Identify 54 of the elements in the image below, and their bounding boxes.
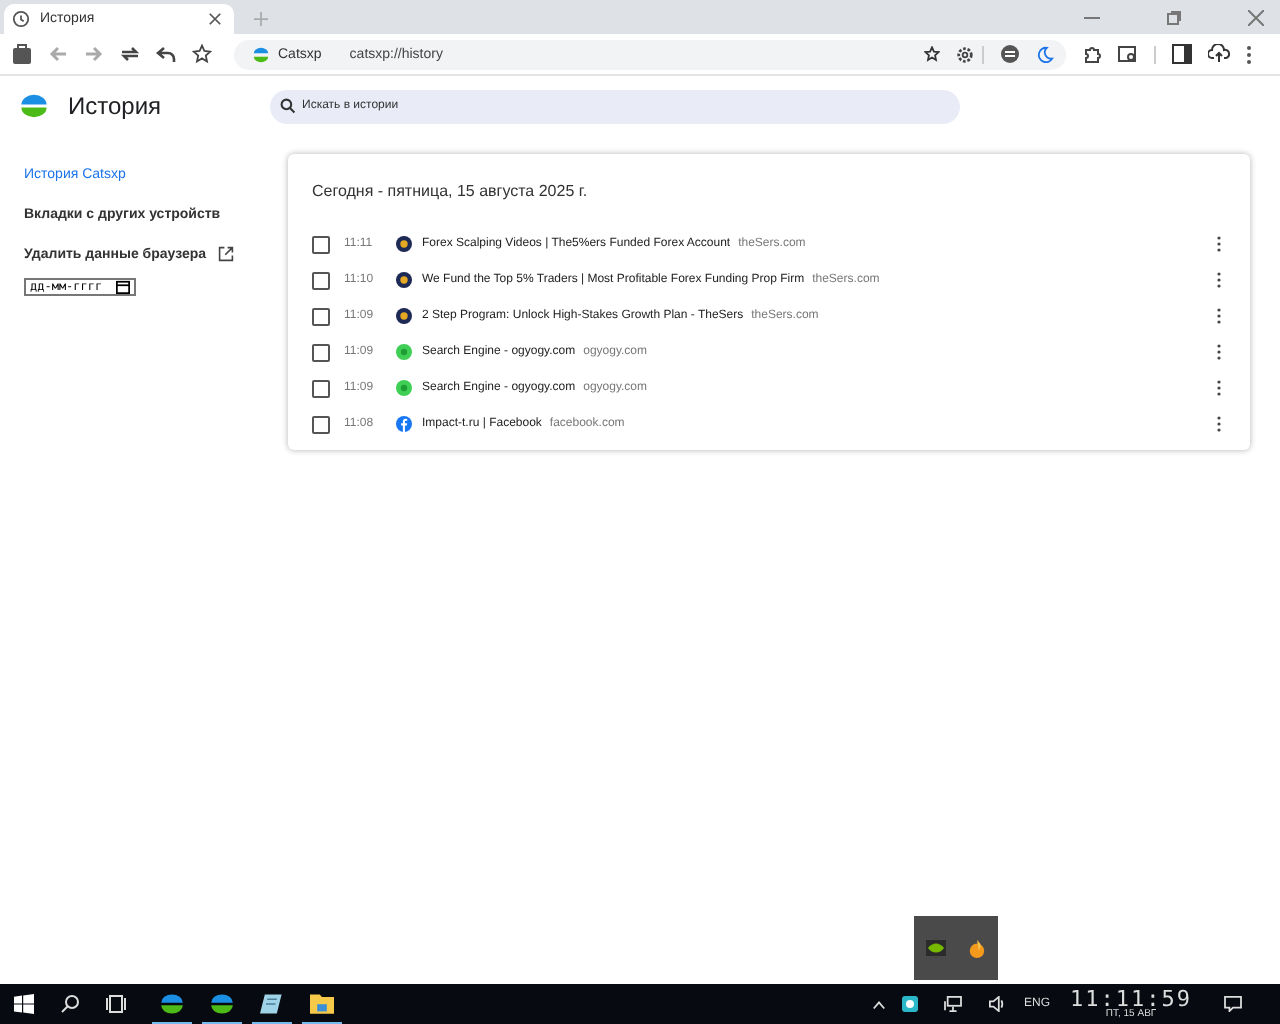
- favicon-icon: [396, 344, 412, 360]
- notification-icon[interactable]: [1224, 996, 1242, 1012]
- clock-time: 11:11:59: [1070, 988, 1192, 1010]
- search-icon: [280, 98, 296, 114]
- favicon-icon: [396, 236, 412, 252]
- facebook-icon: [396, 416, 412, 432]
- more-icon[interactable]: [1216, 344, 1222, 360]
- briefcase-icon[interactable]: [12, 44, 32, 64]
- more-icon[interactable]: [1216, 308, 1222, 324]
- task-view-icon[interactable]: [106, 994, 126, 1014]
- star-icon[interactable]: [924, 46, 940, 62]
- puzzle-icon[interactable]: [1082, 44, 1102, 64]
- undo-icon[interactable]: [156, 44, 176, 64]
- favicon-icon: [396, 380, 412, 396]
- gear-icon[interactable]: [956, 45, 974, 63]
- more-icon[interactable]: [1216, 272, 1222, 288]
- logo-icon: [210, 991, 234, 1015]
- window-search-icon[interactable]: [1118, 44, 1138, 64]
- close-icon[interactable]: [1248, 10, 1264, 26]
- history-icon: [12, 10, 30, 28]
- restore-icon[interactable]: [1166, 10, 1182, 26]
- more-icon[interactable]: [1216, 416, 1222, 432]
- nvidia-icon[interactable]: [925, 940, 946, 956]
- logo-icon: [160, 991, 184, 1015]
- star-icon[interactable]: [192, 44, 212, 64]
- windows-start-icon[interactable]: [14, 994, 34, 1014]
- calendar-icon: [116, 280, 130, 294]
- notepad-icon: [260, 991, 284, 1015]
- checkbox[interactable]: [312, 307, 330, 325]
- checkbox[interactable]: [312, 379, 330, 397]
- sidebar-icon[interactable]: [1172, 44, 1192, 64]
- checkbox[interactable]: [312, 271, 330, 289]
- checkbox[interactable]: [312, 343, 330, 361]
- folder-icon: [310, 992, 334, 1014]
- app-tray-icon[interactable]: [902, 996, 918, 1012]
- more-icon[interactable]: [1216, 380, 1222, 396]
- external-link-icon[interactable]: [218, 246, 235, 262]
- favicon-icon: [396, 272, 412, 288]
- favicon-icon: [396, 308, 412, 324]
- date-heading: Сегодня - пятница, 15 августа 2025 г.: [312, 182, 590, 204]
- close-icon[interactable]: [208, 12, 222, 26]
- moon-icon[interactable]: [1036, 45, 1054, 63]
- page-title: История: [68, 92, 164, 120]
- network-icon[interactable]: [944, 996, 962, 1012]
- checkbox[interactable]: [312, 415, 330, 433]
- caret-up-icon[interactable]: [872, 999, 886, 1009]
- speaker-icon[interactable]: [988, 996, 1006, 1012]
- search-icon[interactable]: [60, 994, 80, 1014]
- checkbox[interactable]: [312, 235, 330, 253]
- logo-icon: [252, 45, 270, 63]
- more-icon[interactable]: [1216, 236, 1222, 252]
- menu-icon[interactable]: [1246, 45, 1252, 63]
- upload-cloud-icon[interactable]: [1208, 44, 1230, 64]
- logo-icon: [20, 92, 48, 120]
